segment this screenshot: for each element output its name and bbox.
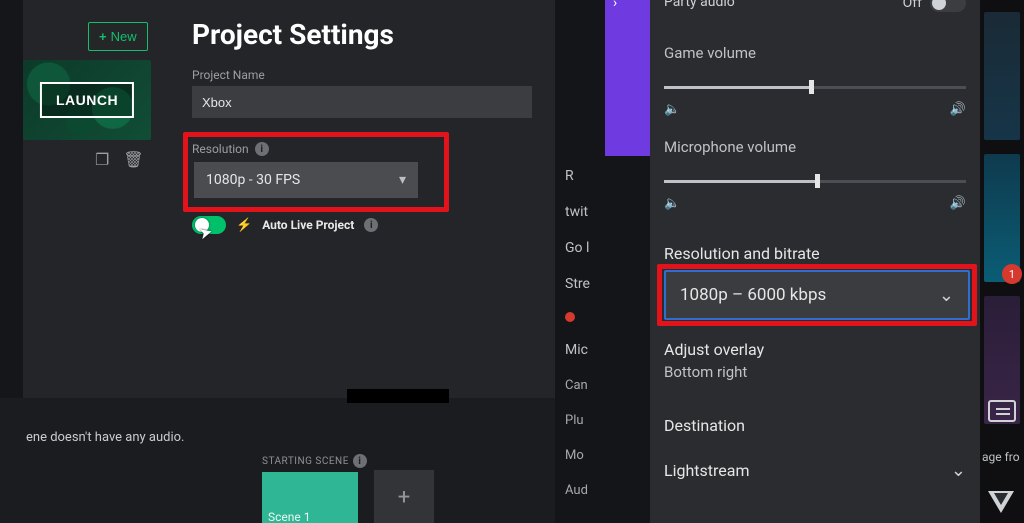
add-scene-button[interactable]: + xyxy=(374,470,434,523)
chat-icon[interactable] xyxy=(988,400,1016,422)
list-item: Go l xyxy=(565,240,590,256)
starting-scene-label: STARTING SCENE i xyxy=(262,454,367,468)
mic-volume-slider[interactable] xyxy=(664,170,966,192)
resolution-bitrate-label: Resolution and bitrate xyxy=(664,244,966,263)
volume-low-icon: 🔈 xyxy=(664,196,680,211)
list-item: Mo xyxy=(565,448,590,463)
resolution-bitrate-value: 1080p – 6000 kbps xyxy=(680,285,826,305)
chevron-down-icon: ⌄ xyxy=(951,460,966,481)
list-item xyxy=(565,312,590,322)
destination-value: Lightstream xyxy=(664,461,750,480)
page-title: Project Settings xyxy=(192,18,394,51)
scene-name: Scene 1 xyxy=(268,510,310,523)
party-audio-toggle[interactable] xyxy=(930,0,966,12)
party-audio-label: Party audio xyxy=(664,0,735,12)
project-thumbnail: LAUNCH xyxy=(23,60,151,140)
scene-tile[interactable]: Scene 1 xyxy=(262,472,358,523)
launch-button[interactable]: LAUNCH xyxy=(40,82,134,118)
project-name-label: Project Name xyxy=(192,68,265,82)
plus-icon: + xyxy=(99,29,107,44)
bolt-icon: ⚡ xyxy=(236,218,252,233)
no-audio-text: ene doesn't have any audio. xyxy=(26,430,184,445)
resolution-label: Resolution i xyxy=(192,142,269,156)
volume-low-icon: 🔈 xyxy=(664,102,680,117)
mic-volume-label: Microphone volume xyxy=(664,138,966,156)
duplicate-icon[interactable]: ❐ xyxy=(95,150,109,169)
game-volume-label: Game volume xyxy=(664,44,966,62)
game-tile[interactable]: 1 xyxy=(984,154,1020,282)
adjust-overlay-label: Adjust overlay xyxy=(664,340,966,359)
list-item: Aud xyxy=(565,483,590,498)
adjust-overlay-row[interactable]: Adjust overlay Bottom right xyxy=(664,340,966,381)
volume-high-icon: 🔊 xyxy=(950,196,966,211)
new-project-button[interactable]: + New xyxy=(88,22,148,51)
project-settings-panel: + New Project Settings LAUNCH ❐ 🗑 Projec… xyxy=(0,0,555,523)
site-logo-icon xyxy=(988,491,1014,517)
list-item: twit xyxy=(565,204,590,220)
destination-select[interactable]: Lightstream ⌄ xyxy=(664,460,966,481)
caret-down-icon: ▾ xyxy=(399,172,406,188)
adjust-overlay-value: Bottom right xyxy=(664,363,966,381)
list-item: Can xyxy=(565,378,590,393)
broadcast-settings-panel: Party audio Off Game volume 🔈 🔊 Micropho… xyxy=(650,0,980,523)
list-item: Stre xyxy=(565,276,590,292)
divider xyxy=(347,389,449,403)
cropped-text: age fro xyxy=(982,450,1020,464)
scenes-bar: ene doesn't have any audio. STARTING SCE… xyxy=(0,398,555,523)
resolution-bitrate-select[interactable]: 1080p – 6000 kbps ⌄ xyxy=(664,270,970,320)
info-icon[interactable]: i xyxy=(353,454,367,468)
info-icon[interactable]: i xyxy=(364,218,378,232)
game-tile[interactable] xyxy=(984,12,1020,140)
auto-live-label: Auto Live Project xyxy=(262,218,354,232)
chevron-right-icon: › xyxy=(613,0,617,11)
list-item: Mic xyxy=(565,342,590,358)
trash-icon[interactable]: 🗑 xyxy=(123,150,143,169)
notification-badge: 1 xyxy=(1002,264,1022,284)
resolution-select[interactable]: 1080p - 30 FPS ▾ xyxy=(194,162,418,198)
project-name-input[interactable] xyxy=(192,86,532,118)
list-item: Plu xyxy=(565,413,590,428)
party-audio-state: Off xyxy=(903,0,922,11)
purple-accent xyxy=(605,0,650,156)
chevron-down-icon: ⌄ xyxy=(939,285,954,306)
resolution-value: 1080p - 30 FPS xyxy=(206,172,300,188)
list-item: R xyxy=(565,168,590,184)
party-audio-row: Party audio Off xyxy=(664,0,966,12)
volume-high-icon: 🔊 xyxy=(950,102,966,117)
record-dot-icon xyxy=(565,312,575,322)
info-icon[interactable]: i xyxy=(255,142,269,156)
background-settings-strip: › R twit Go l Stre Mic Can Plu Mo Aud xyxy=(555,0,650,523)
game-volume-slider[interactable] xyxy=(664,76,966,98)
destination-label: Destination xyxy=(664,416,966,435)
game-rail: 1 age fro xyxy=(980,0,1024,523)
new-button-label: New xyxy=(111,29,137,44)
